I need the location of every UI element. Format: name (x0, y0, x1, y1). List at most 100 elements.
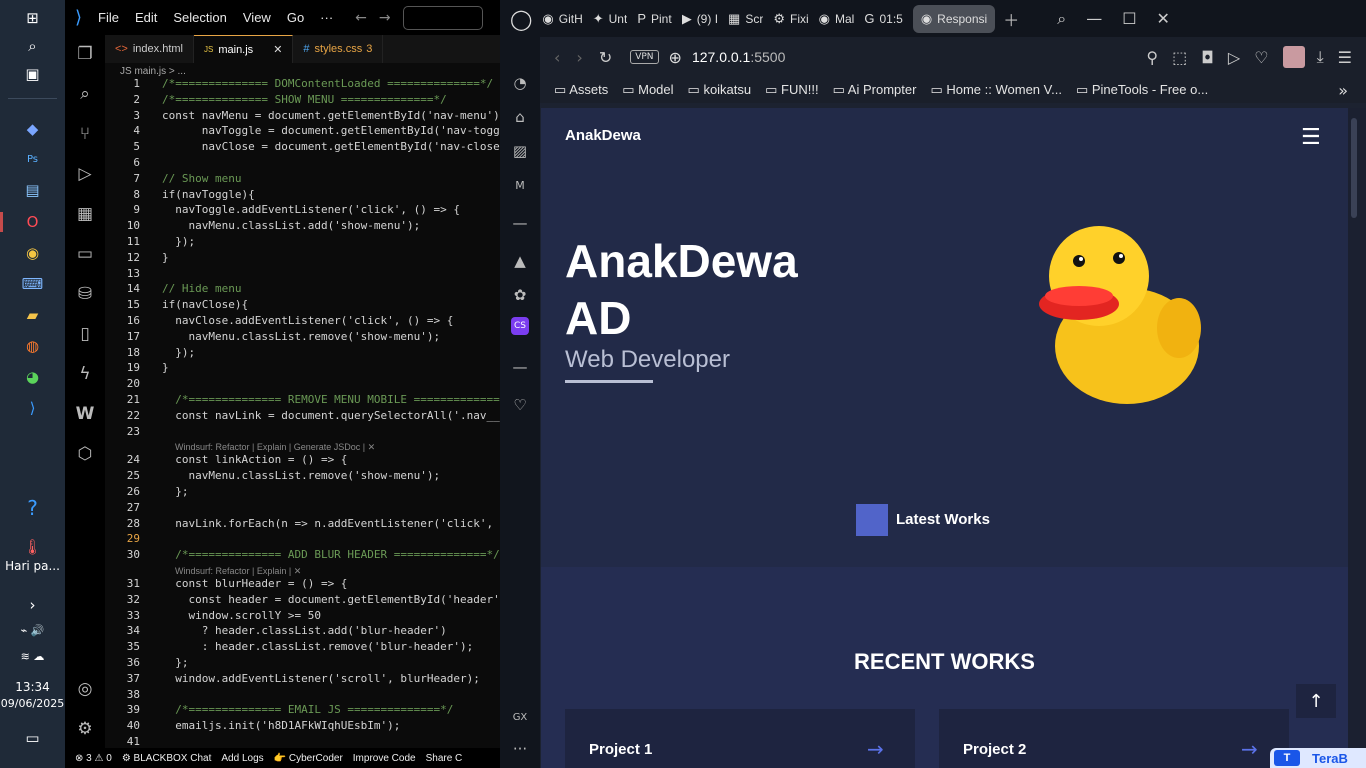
pin-icon[interactable]: ⚲ (1146, 48, 1158, 67)
speed-dial-icon[interactable]: ◔ (508, 71, 532, 95)
code-line[interactable]: window.scrollY >= 50 (162, 609, 320, 622)
code-line[interactable]: const navMenu = document.getElementById(… (162, 109, 500, 122)
command-center-input[interactable] (402, 5, 483, 30)
blackbox-chat-status[interactable]: ⚙ BLACKBOX Chat (122, 753, 212, 764)
code-line[interactable]: window.addEventListener('scroll', blurHe… (162, 672, 480, 685)
browser-tab[interactable]: ◉ GitH (542, 5, 582, 33)
codelens-actions[interactable]: Windsurf: Refactor | Explain | ✕ (175, 566, 301, 577)
bookmark-item[interactable]: ▭ Ai Prompter (833, 82, 917, 98)
browser-tab[interactable]: G 01:5 (864, 5, 902, 33)
profile-avatar[interactable] (1282, 46, 1305, 68)
browser-tab[interactable]: ▶ (9) I (682, 5, 718, 33)
vscode-taskbar-icon[interactable]: ⟩ (0, 394, 65, 422)
code-line[interactable]: }); (162, 235, 195, 248)
send-icon[interactable]: ▷ (1228, 48, 1240, 67)
close-icon[interactable]: ✕ (273, 43, 282, 56)
store-icon[interactable]: ◕ (0, 363, 65, 391)
keyboard-icon[interactable]: ⌨ (0, 270, 65, 298)
gx-label[interactable]: GX (508, 705, 532, 729)
scrollbar-thumb[interactable] (1351, 118, 1357, 218)
easy-setup-icon[interactable]: ☰ (1338, 48, 1352, 67)
minimize-icon[interactable]: — (1086, 9, 1102, 28)
tab-main-js[interactable]: JS main.js ✕ (194, 35, 294, 63)
project-card-2[interactable]: Project 2 → (939, 709, 1289, 768)
source-control-icon[interactable]: ⑂ (71, 120, 99, 148)
code-line[interactable]: emailjs.init('h8D1AFkWIqhUEsbIm'); (162, 719, 400, 732)
task-view-icon[interactable]: ▣ (0, 60, 65, 88)
file-explorer-icon[interactable]: ▰ (0, 301, 65, 329)
weather-text[interactable]: Hari pa... (0, 559, 65, 573)
chrome-icon[interactable]: ◉ (0, 239, 65, 267)
forward-arrow-icon[interactable]: → (379, 10, 391, 26)
search-icon[interactable]: ⌕ (0, 32, 65, 60)
tab-active-responsive[interactable]: ◉ Responsi (912, 4, 996, 33)
code-line[interactable]: }; (162, 656, 188, 669)
bookmarks-overflow-icon[interactable]: » (1338, 81, 1348, 100)
run-debug-icon[interactable]: ▷ (71, 160, 99, 188)
code-line[interactable]: navToggle.addEventListener('click', () =… (162, 203, 460, 216)
bag-icon[interactable]: ⌂ (508, 105, 532, 129)
database-icon[interactable]: ⛁ (71, 280, 99, 308)
bookmark-item[interactable]: ▭ Assets (554, 82, 608, 98)
page-scrollbar[interactable] (1348, 108, 1366, 768)
code-line[interactable]: const header = document.getElementById('… (162, 593, 500, 606)
code-line[interactable]: navClose = document.getElementById('nav-… (162, 140, 500, 153)
code-line[interactable]: navClose.addEventListener('click', () =>… (162, 314, 453, 327)
code-line[interactable]: }); (162, 346, 195, 359)
breadcrumb[interactable]: JS main.js > ... (120, 66, 186, 77)
latest-works-label[interactable]: Latest Works (896, 511, 990, 528)
back-arrow-icon[interactable]: ← (355, 10, 367, 26)
package-icon[interactable]: ⬡ (71, 440, 99, 468)
code-line[interactable]: navLink.forEach(n => n.addEventListener(… (162, 517, 500, 530)
code-line[interactable]: navMenu.classList.remove('show-menu'); (162, 330, 440, 343)
bookmark-item[interactable]: ▭ FUN!!! (765, 82, 818, 98)
more-icon[interactable]: ··· (508, 737, 532, 761)
browser-tab[interactable]: ◉ Mal (819, 5, 855, 33)
problems-status[interactable]: ⊗ 3 ⚠ 0 (75, 753, 112, 764)
bookmark-heart-icon[interactable]: ♡ (1254, 48, 1268, 67)
menu-edit[interactable]: Edit (135, 10, 157, 25)
reload-icon[interactable]: ↻ (599, 48, 612, 67)
forward-icon[interactable]: › (576, 48, 582, 67)
notifications-icon[interactable]: ▭ (0, 724, 65, 752)
chatgpt-icon[interactable]: ✿ (508, 283, 532, 307)
code-line[interactable]: if(navClose){ (162, 298, 248, 311)
bookmark-item[interactable]: ▭ PineTools - Free o... (1076, 82, 1208, 98)
browser-tab[interactable]: ▦ Scr (728, 5, 763, 33)
browser-tab[interactable]: ✦ Unt (593, 5, 628, 33)
vpn-badge[interactable]: VPN (630, 50, 659, 64)
code-line[interactable]: } (162, 361, 169, 374)
improve-code-status[interactable]: Improve Code (353, 753, 416, 764)
code-line[interactable]: } (162, 251, 169, 264)
search-icon[interactable]: ⌕ (71, 80, 99, 108)
menu-view[interactable]: View (243, 10, 271, 25)
bookmark-item[interactable]: ▭ Home :: Women V... (930, 82, 1062, 98)
code-line[interactable]: /*============== DOMContentLoaded ======… (162, 77, 493, 90)
code-line[interactable]: /*============== ADD BLUR HEADER =======… (162, 548, 500, 561)
firefox-icon[interactable]: ◍ (0, 332, 65, 360)
notepad-icon[interactable]: ▤ (0, 176, 65, 204)
extensions-icon[interactable]: ▦ (71, 200, 99, 228)
browser-tab[interactable]: ⚙ Fixi (773, 5, 808, 33)
download-icon[interactable]: ⤓ (1317, 47, 1324, 67)
photoshop-icon[interactable]: Ps (0, 145, 65, 173)
code-line[interactable]: ? header.classList.add('blur-header') (162, 624, 447, 637)
code-line[interactable]: /*============== REMOVE MENU MOBILE ====… (162, 393, 500, 406)
tab-styles-css[interactable]: # styles.css 3 (293, 35, 384, 63)
bookmark-item[interactable]: ▭ Model (622, 82, 673, 98)
chevron-up-icon[interactable]: › (0, 591, 65, 619)
arrow-right-icon[interactable]: → (1241, 737, 1258, 761)
opera-logo-icon[interactable]: ◯ (510, 7, 532, 31)
menu-more[interactable]: ··· (320, 10, 333, 25)
code-line[interactable]: /*============== EMAIL JS ==============… (162, 703, 453, 716)
share-code-status[interactable]: Share C (426, 753, 463, 764)
code-line[interactable]: navMenu.classList.remove('show-menu'); (162, 469, 440, 482)
settings-gear-icon[interactable]: ⚙ (71, 715, 99, 743)
windsurf-icon[interactable]: W (71, 400, 99, 428)
window-close-icon[interactable]: ✕ (1157, 9, 1170, 28)
clock-date[interactable]: 09/06/2025 (0, 697, 65, 710)
code-line[interactable]: const linkAction = () => { (162, 453, 347, 466)
scroll-top-button[interactable]: ↑ (1296, 684, 1336, 718)
code-line[interactable]: // Hide menu (162, 282, 241, 295)
pocket-icon[interactable]: ◘ (1201, 48, 1214, 67)
